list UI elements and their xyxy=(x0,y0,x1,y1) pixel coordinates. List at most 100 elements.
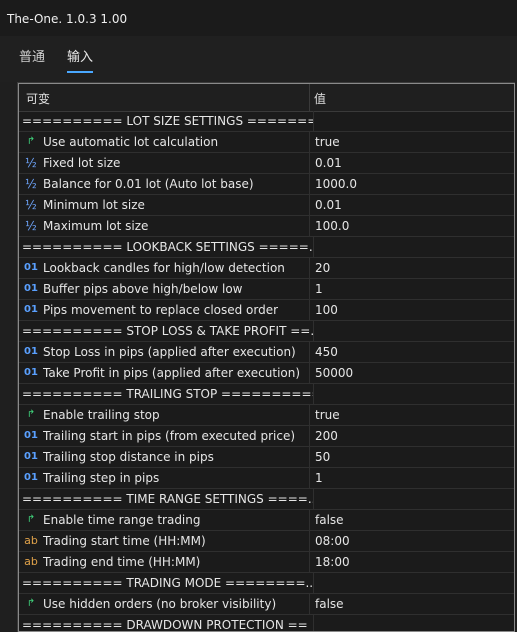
parameter-value[interactable]: 0.01 xyxy=(310,153,515,173)
parameter-value[interactable]: 1000.0 xyxy=(310,174,515,194)
parameter-name: Fixed lot size xyxy=(43,156,121,170)
table-row[interactable]: ↱ Enable trailing stop true xyxy=(18,405,515,426)
variable-cell[interactable]: 01 Trailing step in pips xyxy=(18,468,310,488)
parameter-name: Pips movement to replace closed order xyxy=(43,303,279,317)
parameter-value[interactable]: 20 xyxy=(310,258,515,278)
int-icon: 01 xyxy=(24,472,38,483)
table-row[interactable]: ab Trading end time (HH:MM) 18:00 xyxy=(18,552,515,573)
parameter-value[interactable]: 50000 xyxy=(310,363,515,383)
variable-cell[interactable]: ½ Maximum lot size xyxy=(18,216,310,236)
table-row[interactable]: 01 Trailing step in pips 1 xyxy=(18,468,515,489)
table-row[interactable]: 01 Take Profit in pips (applied after exe… xyxy=(18,363,515,384)
variable-cell[interactable]: 01 Lookback candles for high/low detectio… xyxy=(18,258,310,278)
variable-cell[interactable]: ab Trading end time (HH:MM) xyxy=(18,552,310,572)
variable-cell[interactable]: ½ Balance for 0.01 lot (Auto lot base) xyxy=(18,174,310,194)
section-value-cell[interactable] xyxy=(314,384,515,404)
table-row[interactable]: 01 Buffer pips above high/below low 1 xyxy=(18,279,515,300)
bool-icon: ↱ xyxy=(26,409,36,420)
table-row[interactable]: 01 Stop Loss in pips (applied after execu… xyxy=(18,342,515,363)
parameter-value[interactable]: 100.0 xyxy=(310,216,515,236)
variable-cell[interactable]: ½ Fixed lot size xyxy=(18,153,310,173)
parameter-name: Balance for 0.01 lot (Auto lot base) xyxy=(43,177,254,191)
table-row[interactable]: ½ Maximum lot size 100.0 xyxy=(18,216,515,237)
section-value-cell[interactable] xyxy=(314,489,515,509)
section-row[interactable]: ========== LOT SIZE SETTINGS =======... xyxy=(18,111,515,132)
variable-cell[interactable]: 01 Trailing start in pips (from executed … xyxy=(18,426,310,446)
variable-cell[interactable]: ========== TRAILING STOP ========== xyxy=(18,384,314,404)
table-row[interactable]: ↱ Use automatic lot calculation true xyxy=(18,132,515,153)
variable-cell[interactable]: ========== TIME RANGE SETTINGS ====... xyxy=(18,489,314,509)
parameter-value[interactable]: false xyxy=(310,594,515,614)
bool-icon: ↱ xyxy=(26,598,36,609)
variable-cell[interactable]: ========== STOP LOSS & TAKE PROFIT ==... xyxy=(18,321,314,341)
variable-cell[interactable]: ========== DRAWDOWN PROTECTION == xyxy=(18,615,314,632)
section-value-cell[interactable] xyxy=(314,615,515,632)
tab-inputs[interactable]: 输入 xyxy=(67,48,94,73)
section-row[interactable]: ========== TIME RANGE SETTINGS ====... xyxy=(18,489,515,510)
variable-cell[interactable]: 01 Pips movement to replace closed order xyxy=(18,300,310,320)
section-row[interactable]: ========== TRADING MODE ========... xyxy=(18,573,515,594)
parameter-value[interactable]: true xyxy=(310,132,515,152)
section-value-cell[interactable] xyxy=(314,237,515,257)
variable-cell[interactable]: ========== LOT SIZE SETTINGS =======... xyxy=(18,111,314,131)
section-label: ========== STOP LOSS & TAKE PROFIT ==... xyxy=(22,324,313,338)
section-row[interactable]: ========== TRAILING STOP ========== xyxy=(18,384,515,405)
parameter-name: Enable time range trading xyxy=(43,513,201,527)
section-row[interactable]: ========== LOOKBACK SETTINGS =====... xyxy=(18,237,515,258)
section-label: ========== DRAWDOWN PROTECTION == xyxy=(22,618,308,632)
parameter-value[interactable]: 18:00 xyxy=(310,552,515,572)
parameter-name: Trailing step in pips xyxy=(43,471,160,485)
variable-cell[interactable]: ========== TRADING MODE ========... xyxy=(18,573,314,593)
tab-common[interactable]: 普通 xyxy=(19,48,45,68)
double-icon: ½ xyxy=(25,177,37,191)
variable-cell[interactable]: ========== LOOKBACK SETTINGS =====... xyxy=(18,237,314,257)
parameter-value[interactable]: 50 xyxy=(310,447,515,467)
section-value-cell[interactable] xyxy=(314,321,515,341)
column-divider[interactable] xyxy=(309,83,310,111)
variable-cell[interactable]: ↱ Use hidden orders (no broker visibility… xyxy=(18,594,310,614)
section-value-cell[interactable] xyxy=(314,573,515,593)
table-row[interactable]: ↱ Enable time range trading false xyxy=(18,510,515,531)
parameter-value[interactable]: false xyxy=(310,510,515,530)
table-row[interactable]: 01 Lookback candles for high/low detectio… xyxy=(18,258,515,279)
bool-icon: ↱ xyxy=(26,136,36,147)
double-icon: ½ xyxy=(25,198,37,212)
parameter-name: Take Profit in pips (applied after execu… xyxy=(43,366,301,380)
variable-cell[interactable]: ↱ Enable time range trading xyxy=(18,510,310,530)
variable-cell[interactable]: 01 Take Profit in pips (applied after exe… xyxy=(18,363,310,383)
variable-cell[interactable]: 01 Trailing stop distance in pips xyxy=(18,447,310,467)
parameter-value[interactable]: 0.01 xyxy=(310,195,515,215)
parameter-value[interactable]: 100 xyxy=(310,300,515,320)
parameter-value[interactable]: 450 xyxy=(310,342,515,362)
table-row[interactable]: 01 Trailing stop distance in pips 50 xyxy=(18,447,515,468)
table-row[interactable]: 01 Trailing start in pips (from executed … xyxy=(18,426,515,447)
table-row[interactable]: ½ Balance for 0.01 lot (Auto lot base) 100… xyxy=(18,174,515,195)
variable-cell[interactable]: ab Trading start time (HH:MM) xyxy=(18,531,310,551)
variable-cell[interactable]: ↱ Enable trailing stop xyxy=(18,405,310,425)
table-row[interactable]: 01 Pips movement to replace closed order 1… xyxy=(18,300,515,321)
variable-cell[interactable]: ↱ Use automatic lot calculation xyxy=(18,132,310,152)
variable-cell[interactable]: 01 Stop Loss in pips (applied after execu… xyxy=(18,342,310,362)
parameter-value[interactable]: true xyxy=(310,405,515,425)
column-header-variable[interactable]: 可变 xyxy=(26,90,50,107)
parameter-value[interactable]: 1 xyxy=(310,279,515,299)
inputs-table: 可变 值 ========== LOT SIZE SETTINGS ======… xyxy=(17,82,515,632)
section-row[interactable]: ========== STOP LOSS & TAKE PROFIT ==... xyxy=(18,321,515,342)
section-row[interactable]: ========== DRAWDOWN PROTECTION == xyxy=(18,615,515,632)
section-label: ========== TRAILING STOP ========== xyxy=(22,387,313,401)
parameter-value[interactable]: 200 xyxy=(310,426,515,446)
tab-bar: 普通 输入 xyxy=(0,36,517,82)
parameter-value[interactable]: 08:00 xyxy=(310,531,515,551)
parameter-name: Maximum lot size xyxy=(43,219,149,233)
section-value-cell[interactable] xyxy=(314,111,515,131)
table-row[interactable]: ½ Fixed lot size 0.01 xyxy=(18,153,515,174)
variable-cell[interactable]: 01 Buffer pips above high/below low xyxy=(18,279,310,299)
variable-cell[interactable]: ½ Minimum lot size xyxy=(18,195,310,215)
table-row[interactable]: ab Trading start time (HH:MM) 08:00 xyxy=(18,531,515,552)
table-row[interactable]: ↱ Use hidden orders (no broker visibility… xyxy=(18,594,515,615)
parameter-value[interactable]: 1 xyxy=(310,468,515,488)
table-row[interactable]: ½ Minimum lot size 0.01 xyxy=(18,195,515,216)
active-tab-indicator xyxy=(67,71,94,73)
column-header-value[interactable]: 值 xyxy=(314,90,326,107)
double-icon: ½ xyxy=(25,219,37,233)
